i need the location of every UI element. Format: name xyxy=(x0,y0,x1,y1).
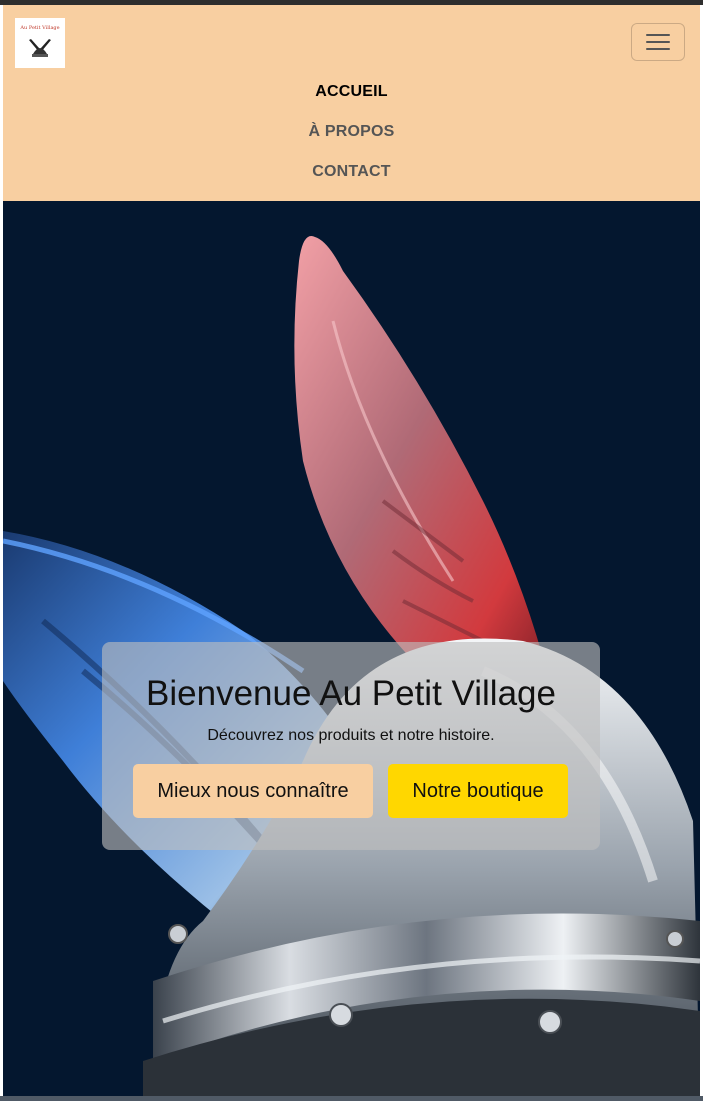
hamburger-icon-bar xyxy=(646,48,670,50)
nav-link-accueil[interactable]: ACCUEIL xyxy=(3,75,700,115)
brand-logo-text: Au Petit Village xyxy=(20,24,60,31)
shop-button[interactable]: Notre boutique xyxy=(388,764,568,818)
nav-menu: ACCUEIL À PROPOS CONTACT xyxy=(3,75,700,195)
hero-subtitle: Découvrez nos produits et notre histoire… xyxy=(207,727,495,744)
menu-toggle-button[interactable] xyxy=(631,23,685,61)
hamburger-icon-bar xyxy=(646,41,670,43)
winged-helmet-logo-icon xyxy=(29,38,51,57)
hero-section: Bienvenue Au Petit Village Découvrez nos… xyxy=(3,201,700,1096)
brand-logo[interactable]: Au Petit Village xyxy=(15,18,65,68)
hero-title: Bienvenue Au Petit Village xyxy=(146,674,556,713)
hamburger-icon-bar xyxy=(646,34,670,36)
navbar: Au Petit Village ACCUEIL À PROPOS CONTAC… xyxy=(3,5,700,201)
browser-bottom-border xyxy=(0,1096,703,1101)
hero-card: Bienvenue Au Petit Village Découvrez nos… xyxy=(102,642,600,850)
nav-link-contact[interactable]: CONTACT xyxy=(3,155,700,195)
about-us-button[interactable]: Mieux nous connaître xyxy=(133,764,373,818)
nav-link-a-propos[interactable]: À PROPOS xyxy=(3,115,700,155)
